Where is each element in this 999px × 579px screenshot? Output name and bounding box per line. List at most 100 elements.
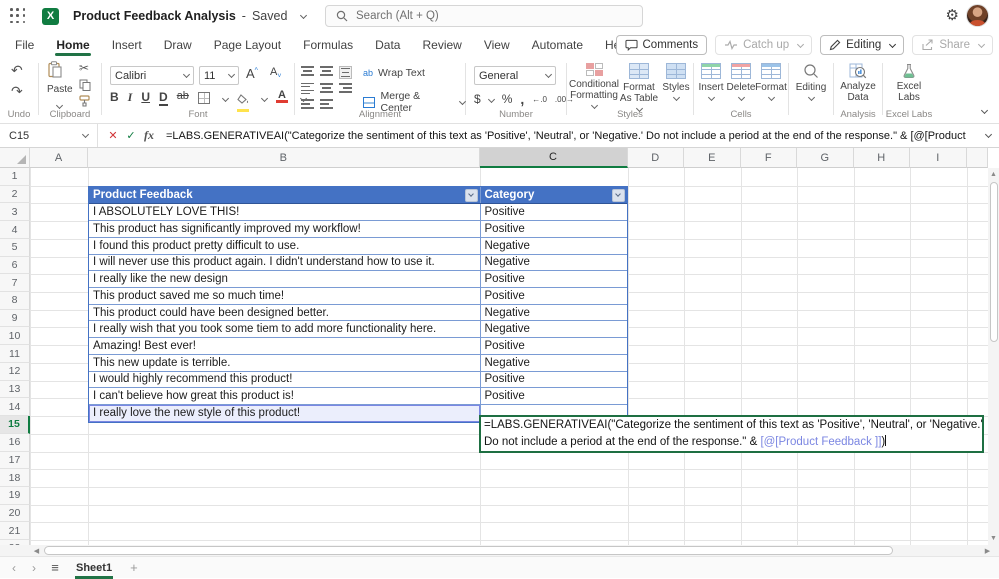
percent-format-button[interactable]: % [502, 92, 513, 106]
scroll-down-arrow[interactable]: ▼ [988, 533, 999, 544]
row-header-19[interactable]: 19 [0, 487, 30, 505]
row-header-2[interactable]: 2 [0, 186, 30, 204]
row-header-17[interactable]: 17 [0, 452, 30, 470]
menu-tab-insert[interactable]: Insert [101, 32, 153, 57]
feedback-cell-b7[interactable]: I really like the new design [89, 271, 481, 287]
wrap-text-button[interactable]: ab Wrap Text [363, 67, 425, 79]
column-header-B[interactable]: B [88, 148, 480, 168]
document-title-area[interactable]: Product Feedback Analysis - Saved [73, 9, 306, 23]
cut-button[interactable]: ✂ [79, 61, 89, 75]
feedback-cell-b14[interactable]: I can't believe how great this product i… [89, 388, 481, 404]
double-underline-button[interactable]: D [159, 90, 168, 106]
menu-tab-data[interactable]: Data [364, 32, 411, 57]
scroll-right-arrow[interactable]: ▶ [982, 546, 993, 555]
feedback-cell-b15[interactable]: I really love the new style of this prod… [89, 405, 481, 422]
increase-indent-button[interactable] [320, 99, 333, 109]
decrease-indent-button[interactable] [301, 99, 314, 109]
search-input[interactable]: Search (Alt + Q) [325, 5, 643, 27]
cell-styles-button[interactable]: Styles [661, 63, 691, 100]
feedback-cell-b6[interactable]: I will never use this product again. I d… [89, 255, 481, 271]
spreadsheet-grid[interactable]: ABCDEFGHI 123456789101112131415161718192… [0, 148, 999, 545]
menu-tab-draw[interactable]: Draw [153, 32, 203, 57]
font-size-select[interactable]: 11 [199, 66, 239, 85]
feedback-cell-b12[interactable]: This new update is terrible. [89, 355, 481, 371]
undo-button[interactable]: ↶ [11, 62, 23, 79]
add-sheet-button[interactable]: + [130, 560, 138, 575]
row-header-21[interactable]: 21 [0, 522, 30, 540]
italic-button[interactable]: I [128, 90, 133, 105]
conditional-formatting-button[interactable]: Conditional Formatting [571, 63, 617, 108]
column-header-G[interactable]: G [797, 148, 854, 168]
menu-tab-file[interactable]: File [4, 32, 45, 57]
user-avatar[interactable] [966, 4, 989, 27]
comma-format-button[interactable]: , [520, 91, 524, 107]
feedback-cell-b11[interactable]: Amazing! Best ever! [89, 338, 481, 354]
column-header-E[interactable]: E [684, 148, 741, 168]
category-cell-c6[interactable]: Negative [481, 255, 627, 271]
format-cells-button[interactable]: Format [756, 63, 786, 100]
formula-bar-expand-chevron-icon[interactable] [985, 131, 992, 138]
redo-button[interactable]: ↷ [11, 83, 23, 100]
comments-button[interactable]: Comments [616, 35, 708, 55]
category-cell-c3[interactable]: Positive [481, 204, 627, 220]
excel-logo-icon[interactable]: X [42, 8, 59, 25]
select-all-corner[interactable] [0, 148, 30, 168]
row-header-8[interactable]: 8 [0, 292, 30, 310]
name-box[interactable]: C15 [0, 124, 98, 147]
row-header-7[interactable]: 7 [0, 274, 30, 292]
feedback-cell-b8[interactable]: This product saved me so much time! [89, 288, 481, 304]
column-header-A[interactable]: A [30, 148, 88, 168]
increase-font-button[interactable]: A^ [246, 66, 258, 81]
font-name-select[interactable]: Calibri [110, 66, 194, 85]
paste-button[interactable]: Paste [47, 61, 73, 113]
menu-tab-review[interactable]: Review [411, 32, 472, 57]
title-chevron-icon[interactable] [300, 11, 307, 18]
insert-cells-button[interactable]: Insert [696, 63, 726, 100]
column-header-F[interactable]: F [741, 148, 798, 168]
category-cell-c10[interactable]: Negative [481, 321, 627, 337]
previous-sheet-arrow[interactable]: ‹ [4, 561, 24, 575]
catch-up-button[interactable]: Catch up [715, 35, 812, 55]
row-header-12[interactable]: 12 [0, 363, 30, 381]
sheet-tab-sheet1[interactable]: Sheet1 [66, 557, 122, 579]
row-header-1[interactable]: 1 [0, 168, 30, 186]
category-cell-c12[interactable]: Negative [481, 355, 627, 371]
decrease-font-button[interactable]: A˅ [270, 66, 281, 80]
number-format-select[interactable]: General [474, 66, 556, 85]
row-header-6[interactable]: 6 [0, 257, 30, 275]
filter-button[interactable] [465, 189, 478, 202]
editing-menu-button[interactable]: Editing [793, 63, 829, 100]
category-cell-c4[interactable]: Positive [481, 221, 627, 237]
feedback-cell-b5[interactable]: I found this product pretty difficult to… [89, 238, 481, 254]
align-left-button[interactable] [301, 83, 314, 94]
scroll-up-arrow[interactable]: ▲ [988, 169, 999, 180]
row-header-18[interactable]: 18 [0, 469, 30, 487]
category-cell-c13[interactable]: Positive [481, 372, 627, 388]
category-cell-c9[interactable]: Negative [481, 305, 627, 321]
cancel-formula-button[interactable]: ✕ [104, 127, 122, 145]
category-cell-c5[interactable]: Negative [481, 238, 627, 254]
column-header-I[interactable]: I [910, 148, 967, 168]
analyze-data-button[interactable]: Analyze Data [836, 63, 880, 103]
feedback-cell-b9[interactable]: This product could have been designed be… [89, 305, 481, 321]
align-top-button[interactable] [301, 66, 314, 79]
bold-button[interactable]: B [110, 90, 119, 104]
feedback-cell-b4[interactable]: This product has significantly improved … [89, 221, 481, 237]
delete-cells-button[interactable]: Delete [726, 63, 756, 100]
excel-labs-button[interactable]: Excel Labs [889, 63, 929, 103]
align-center-button[interactable] [320, 83, 333, 94]
next-sheet-arrow[interactable]: › [24, 561, 44, 575]
row-header-3[interactable]: 3 [0, 203, 30, 221]
align-middle-button[interactable] [320, 66, 333, 79]
strikethrough-button[interactable]: ab [177, 90, 189, 102]
row-header-4[interactable]: 4 [0, 221, 30, 239]
row-header-10[interactable]: 10 [0, 327, 30, 345]
align-right-button[interactable] [339, 83, 352, 94]
all-sheets-menu-icon[interactable]: ≡ [44, 560, 66, 575]
align-bottom-button[interactable] [339, 66, 352, 79]
scroll-left-arrow[interactable]: ◀ [31, 546, 42, 555]
font-color-button[interactable]: A [276, 90, 288, 103]
underline-button[interactable]: U [141, 90, 150, 104]
cell-edit-overlay[interactable]: =LABS.GENERATIVEAI("Categorize the senti… [479, 415, 984, 452]
category-cell-c14[interactable]: Positive [481, 388, 627, 404]
